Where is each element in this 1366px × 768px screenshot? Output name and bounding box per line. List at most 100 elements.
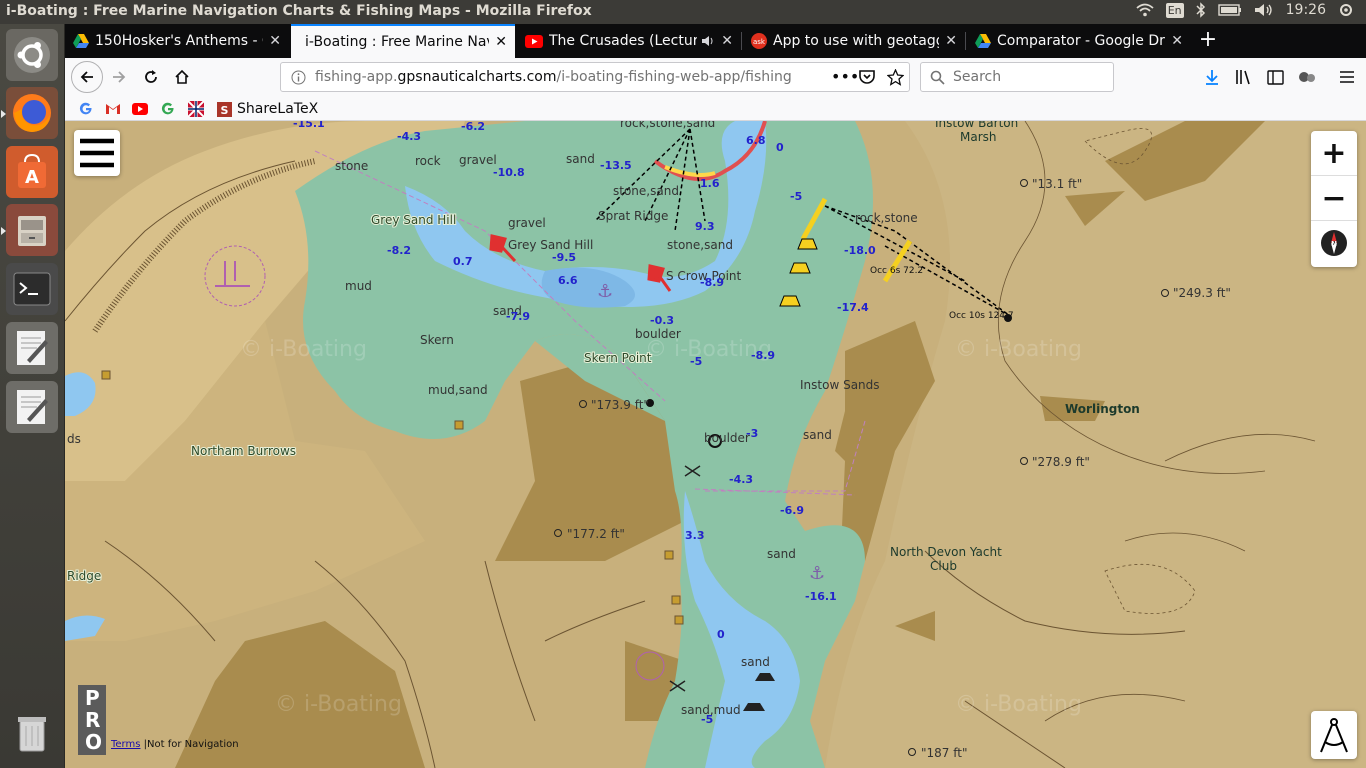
- svg-text:-8.9: -8.9: [700, 276, 724, 289]
- nautical-chart[interactable]: ⚓ ⚓ © i-Boating © i-Boating © i-Boating …: [65, 121, 1366, 768]
- pro-badge[interactable]: PRO: [78, 685, 106, 755]
- software-bag-icon: A: [18, 153, 46, 188]
- map-menu-button[interactable]: [74, 130, 120, 176]
- not-for-navigation: Not for Navigation: [147, 739, 239, 750]
- tab-iboating[interactable]: i-Boating : Free Marine Navi ✕: [291, 24, 515, 58]
- text-editor-launcher[interactable]: [6, 322, 58, 374]
- tab-geotag-app[interactable]: ask App to use with geotagg ✕: [743, 24, 965, 58]
- downloads-button[interactable]: [1198, 63, 1226, 91]
- volume-icon[interactable]: [1254, 3, 1274, 17]
- firefox-launcher[interactable]: [1, 87, 58, 139]
- bookmark-google[interactable]: [79, 99, 93, 119]
- youtube-icon: [132, 103, 148, 115]
- svg-text:gravel: gravel: [459, 153, 497, 167]
- close-tab-icon[interactable]: ✕: [495, 34, 507, 50]
- chart-map[interactable]: ⚓ ⚓ © i-Boating © i-Boating © i-Boating …: [65, 121, 1366, 768]
- url-bar[interactable]: fishing-app.gpsnauticalcharts.com/i-boat…: [280, 62, 910, 92]
- ubuntu-dash-button[interactable]: [6, 29, 58, 81]
- forward-arrow-icon: [113, 71, 126, 83]
- svg-text:© i-Boating: © i-Boating: [240, 337, 367, 362]
- svg-text:sand: sand: [803, 428, 832, 442]
- bluetooth-icon[interactable]: [1196, 2, 1206, 18]
- extension-button[interactable]: [1293, 63, 1321, 91]
- google-drive-icon: [73, 34, 89, 48]
- bookmark-star-icon: [887, 69, 904, 86]
- svg-text:-10.8: -10.8: [493, 166, 525, 179]
- bookmark-youtube[interactable]: [132, 99, 148, 119]
- close-tab-icon[interactable]: ✕: [1171, 33, 1183, 49]
- battery-icon[interactable]: [1217, 4, 1242, 16]
- close-tab-icon[interactable]: ✕: [721, 33, 733, 49]
- svg-text:3.3: 3.3: [685, 529, 705, 542]
- svg-text:rock,stone: rock,stone: [855, 211, 918, 225]
- bookmark-google-2[interactable]: [161, 99, 175, 119]
- place-nd-yacht-club: North Devon Yacht: [890, 545, 1002, 559]
- terminal-launcher[interactable]: [6, 263, 58, 315]
- search-input[interactable]: Search: [920, 62, 1114, 92]
- file-manager-launcher[interactable]: [1, 204, 58, 256]
- window-title: i-Boating : Free Marine Navigation Chart…: [6, 3, 592, 19]
- active-indicator: [1, 110, 6, 118]
- bookmark-flag[interactable]: [188, 99, 204, 119]
- keyboard-layout-indicator[interactable]: En: [1165, 2, 1184, 18]
- compass-button[interactable]: N: [1311, 221, 1357, 265]
- svg-text:-8.9: -8.9: [751, 349, 775, 362]
- zoom-in-button[interactable]: +: [1311, 131, 1357, 175]
- measure-tool-button[interactable]: [1311, 711, 1357, 759]
- tab-hosker-anthems[interactable]: 150Hosker's Anthems - G ✕: [65, 24, 289, 58]
- tab-title: 150Hosker's Anthems - G: [95, 33, 264, 49]
- reload-button[interactable]: [137, 63, 165, 91]
- search-icon: [930, 70, 945, 85]
- bookmark-sharelatex[interactable]: S ShareLaTeX: [217, 99, 318, 119]
- tab-title: App to use with geotagg: [773, 33, 940, 49]
- svg-text:⚓: ⚓: [809, 563, 825, 584]
- trash-launcher[interactable]: [6, 707, 58, 759]
- place-ridge: Ridge: [67, 569, 101, 583]
- svg-text:rock,stone,sand: rock,stone,sand: [620, 121, 715, 130]
- library-button[interactable]: [1230, 63, 1258, 91]
- wifi-icon[interactable]: [1136, 3, 1154, 17]
- download-icon: [1206, 70, 1218, 85]
- close-tab-icon[interactable]: ✕: [269, 33, 281, 49]
- terms-link[interactable]: Terms: [111, 739, 140, 750]
- hamburger-menu-icon: [1340, 71, 1354, 83]
- svg-text:"249.3 ft": "249.3 ft": [1173, 286, 1231, 300]
- home-icon: [175, 69, 189, 84]
- info-icon: [291, 70, 306, 85]
- bookmark-gmail[interactable]: [105, 99, 121, 119]
- tab-crusades[interactable]: The Crusades (Lecture ✕: [517, 24, 741, 58]
- power-gear-icon[interactable]: [1338, 2, 1354, 18]
- back-button[interactable]: [71, 61, 103, 93]
- page-actions-icon[interactable]: •••: [831, 67, 859, 86]
- text-editor-icon: [17, 331, 48, 365]
- reload-icon: [145, 70, 157, 83]
- place-worlington: Worlington: [1065, 402, 1140, 416]
- clock[interactable]: 19:26: [1286, 2, 1326, 18]
- svg-text:-16.1: -16.1: [805, 590, 837, 603]
- svg-text:-0.3: -0.3: [650, 314, 674, 327]
- new-tab-button[interactable]: +: [1195, 28, 1221, 54]
- text-editor-2-launcher[interactable]: [6, 381, 58, 433]
- forward-button[interactable]: [105, 63, 133, 91]
- back-arrow-icon: [80, 71, 93, 83]
- sidebar-button[interactable]: [1261, 63, 1289, 91]
- svg-text:Occ 10s 124.7: Occ 10s 124.7: [949, 311, 1014, 321]
- url-text[interactable]: fishing-app.gpsnauticalcharts.com/i-boat…: [315, 69, 795, 85]
- place-instow-barton: Instow Barton: [935, 121, 1018, 130]
- extension-icon: [1299, 72, 1315, 82]
- pocket-icon: [859, 70, 875, 84]
- tab-comparator[interactable]: Comparator - Google Dri ✕: [967, 24, 1191, 58]
- menu-button[interactable]: [1333, 63, 1361, 91]
- svg-text:"13.1 ft": "13.1 ft": [1032, 177, 1082, 191]
- home-button[interactable]: [168, 63, 196, 91]
- zoom-out-button[interactable]: −: [1311, 176, 1357, 220]
- close-tab-icon[interactable]: ✕: [945, 33, 957, 49]
- software-center-launcher[interactable]: A: [6, 146, 58, 198]
- compass-icon: N: [1321, 230, 1347, 256]
- svg-text:"173.9 ft": "173.9 ft": [591, 398, 649, 412]
- svg-text:"177.2 ft": "177.2 ft": [567, 527, 625, 541]
- ask-icon: ask: [751, 33, 767, 49]
- svg-text:-3: -3: [746, 427, 758, 440]
- svg-text:⚓: ⚓: [597, 281, 613, 302]
- svg-text:-13.5: -13.5: [600, 159, 632, 172]
